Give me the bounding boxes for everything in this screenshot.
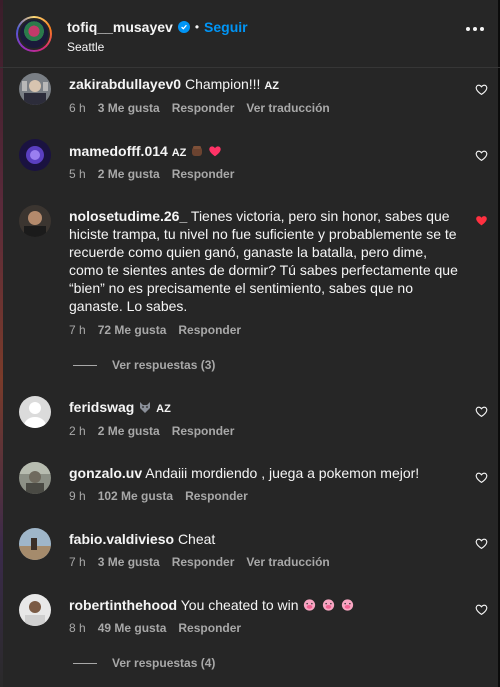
header-name-row: tofiq__musayev • Seguir bbox=[67, 19, 248, 35]
commenter-avatar[interactable] bbox=[19, 462, 51, 494]
verified-badge-icon bbox=[177, 21, 190, 33]
comments-panel: tofiq__musayev • Seguir Seattle zakirabd… bbox=[0, 0, 500, 687]
comment-likes[interactable]: 102 Me gusta bbox=[98, 489, 173, 503]
comment-likes[interactable]: 2 Me gusta bbox=[98, 167, 160, 181]
comment-time: 6 h bbox=[69, 101, 86, 115]
comment-username[interactable]: gonzalo.uv bbox=[69, 465, 142, 481]
like-heart-icon[interactable] bbox=[475, 471, 488, 484]
comment-flag-text: AZ bbox=[156, 403, 171, 415]
pig-emoji-icon bbox=[304, 599, 316, 611]
comment-time: 8 h bbox=[69, 621, 86, 635]
comment-username[interactable]: feridswag bbox=[69, 399, 134, 415]
view-replies-label: Ver respuestas (4) bbox=[112, 656, 216, 670]
reply-button[interactable]: Responder bbox=[172, 101, 235, 115]
comment-likes[interactable]: 3 Me gusta bbox=[98, 555, 160, 569]
comment-content: You cheated to win bbox=[180, 597, 299, 613]
reply-button[interactable]: Responder bbox=[172, 167, 235, 181]
comment-username[interactable]: zakirabdullayev0 bbox=[69, 76, 181, 92]
wolf-emoji-icon bbox=[140, 402, 151, 413]
comment-meta: 8 h 49 Me gusta Responder bbox=[69, 621, 241, 635]
commenter-avatar[interactable] bbox=[19, 594, 51, 626]
post-header: tofiq__musayev • Seguir Seattle bbox=[0, 0, 500, 68]
replies-divider bbox=[73, 364, 97, 366]
comment-meta: 7 h 72 Me gusta Responder bbox=[69, 323, 241, 337]
commenter-avatar[interactable] bbox=[19, 73, 51, 105]
comment-content: Cheat bbox=[177, 531, 216, 547]
commenter-avatar-default[interactable] bbox=[19, 396, 51, 428]
comment-time: 9 h bbox=[69, 489, 86, 503]
like-heart-icon[interactable] bbox=[475, 537, 488, 550]
reply-button[interactable]: Responder bbox=[185, 489, 248, 503]
header-username[interactable]: tofiq__musayev bbox=[67, 19, 173, 35]
comment-username[interactable]: fabio.valdivieso bbox=[69, 531, 174, 547]
liked-heart-icon[interactable] bbox=[475, 214, 488, 227]
comment-username[interactable]: robertinthehood bbox=[69, 597, 177, 613]
comment-text: feridswag AZ bbox=[69, 398, 461, 418]
comment-meta: 5 h 2 Me gusta Responder bbox=[69, 167, 234, 181]
post-location[interactable]: Seattle bbox=[67, 40, 104, 54]
comment-meta: 2 h 2 Me gusta Responder bbox=[69, 424, 234, 438]
comment-text: robertinthehood You cheated to win bbox=[69, 596, 461, 614]
comment-content: Champion!!! bbox=[184, 76, 265, 92]
like-heart-icon[interactable] bbox=[475, 149, 488, 162]
comment-likes[interactable]: 72 Me gusta bbox=[98, 323, 167, 337]
comment-content: Andaiii mordiendo , juega a pokemon mejo… bbox=[145, 465, 420, 481]
comment-likes[interactable]: 49 Me gusta bbox=[98, 621, 167, 635]
reply-button[interactable]: Responder bbox=[172, 424, 235, 438]
reply-button[interactable]: Responder bbox=[172, 555, 235, 569]
translate-link[interactable]: Ver traducción bbox=[246, 555, 329, 569]
more-options-icon[interactable] bbox=[466, 27, 484, 33]
comment-time: 2 h bbox=[69, 424, 86, 438]
comment-text: gonzalo.uv Andaiii mordiendo , juega a p… bbox=[69, 464, 461, 482]
comment-time: 7 h bbox=[69, 555, 86, 569]
view-replies-label: Ver respuestas (3) bbox=[112, 358, 216, 372]
like-heart-icon[interactable] bbox=[475, 405, 488, 418]
comment-username[interactable]: nolosetudime.26_ bbox=[69, 208, 187, 224]
comment-time: 5 h bbox=[69, 167, 86, 181]
like-heart-icon[interactable] bbox=[475, 603, 488, 616]
comment-meta: 9 h 102 Me gusta Responder bbox=[69, 489, 248, 503]
comment-likes[interactable]: 2 Me gusta bbox=[98, 424, 160, 438]
reply-button[interactable]: Responder bbox=[178, 323, 241, 337]
commenter-avatar[interactable] bbox=[19, 139, 51, 171]
comment-flag-text: AZ bbox=[171, 147, 187, 159]
comment-meta: 7 h 3 Me gusta Responder Ver traducción bbox=[69, 555, 330, 569]
follow-button[interactable]: Seguir bbox=[204, 19, 248, 35]
comment-text: zakirabdullayev0 Champion!!! AZ bbox=[69, 75, 461, 95]
view-replies-button[interactable]: Ver respuestas (4) bbox=[73, 656, 215, 670]
comment-time: 7 h bbox=[69, 323, 86, 337]
comment-text: nolosetudime.26_ Tienes victoria, pero s… bbox=[69, 207, 461, 315]
view-replies-button[interactable]: Ver respuestas (3) bbox=[73, 358, 215, 372]
background-strip bbox=[0, 0, 3, 687]
commenter-avatar[interactable] bbox=[19, 205, 51, 237]
heart-emoji-icon bbox=[209, 146, 221, 157]
like-heart-icon[interactable] bbox=[475, 83, 488, 96]
commenter-avatar[interactable] bbox=[19, 528, 51, 560]
replies-divider bbox=[73, 662, 97, 664]
comment-meta: 6 h 3 Me gusta Responder Ver traducción bbox=[69, 101, 330, 115]
separator-dot: • bbox=[194, 20, 200, 34]
comment-likes[interactable]: 3 Me gusta bbox=[98, 101, 160, 115]
pig-emoji-icon bbox=[342, 599, 354, 611]
fist-emoji-icon bbox=[192, 146, 203, 156]
comment-text: fabio.valdivieso Cheat bbox=[69, 530, 461, 548]
reply-button[interactable]: Responder bbox=[178, 621, 241, 635]
comment-flag-text: AZ bbox=[264, 80, 279, 92]
comment-text: mamedofff.014 AZ bbox=[69, 142, 461, 162]
pig-emoji-icon bbox=[323, 599, 335, 611]
comment-username[interactable]: mamedofff.014 bbox=[69, 143, 168, 159]
profile-avatar[interactable] bbox=[16, 16, 52, 52]
translate-link[interactable]: Ver traducción bbox=[246, 101, 329, 115]
